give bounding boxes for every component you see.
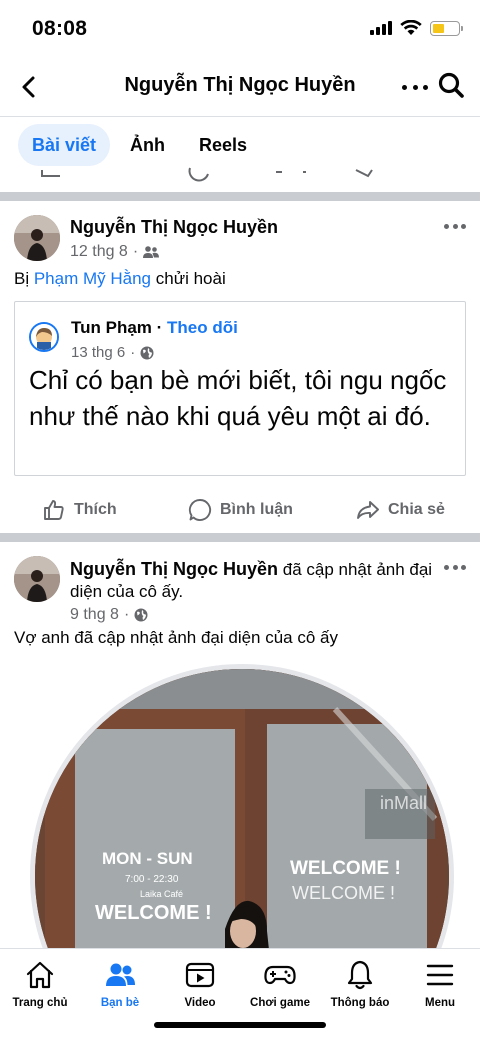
menu-icon <box>426 964 454 986</box>
follow-button[interactable]: Theo dõi <box>167 318 238 337</box>
tab-posts[interactable]: Bài viết <box>18 124 111 166</box>
post-meta: 9 thg 8 · <box>70 606 148 624</box>
comment-icon <box>188 499 212 521</box>
home-indicator <box>154 1022 326 1028</box>
meta-dot: · <box>130 344 136 361</box>
nav-gaming[interactable]: Chơi game <box>240 959 320 1009</box>
post-header: Nguyễn Thị Ngọc Huyền đã cập nhật ảnh đạ… <box>14 556 466 626</box>
post-separator <box>0 533 480 542</box>
nav-label: Chơi game <box>250 997 310 1009</box>
post-title-line: Nguyễn Thị Ngọc Huyền đã cập nhật ảnh đạ… <box>70 558 440 603</box>
shared-time[interactable]: 13 thg 6 <box>71 344 125 361</box>
home-icon <box>26 961 54 989</box>
friends-icon <box>143 246 160 258</box>
photo-welcome-right-2: WELCOME ! <box>292 883 395 903</box>
more-options-button[interactable] <box>402 74 428 100</box>
nav-label: Trang chủ <box>12 997 68 1009</box>
nav-friends[interactable]: Bạn bè <box>80 959 160 1009</box>
nav-label: Bạn bè <box>100 997 140 1009</box>
tab-reels[interactable]: Reels <box>185 124 261 166</box>
nav-home[interactable]: Trang chủ <box>0 959 80 1009</box>
previous-post-actions <box>0 166 480 192</box>
meta-dot: · <box>132 243 139 260</box>
like-label: Thích <box>74 501 117 518</box>
search-icon[interactable] <box>436 70 466 100</box>
post-header: Nguyễn Thị Ngọc Huyền 12 thg 8 · <box>14 215 466 265</box>
post-text: Bị Phạm Mỹ Hằng chửi hoài <box>14 269 226 289</box>
photo-welcome-left: WELCOME ! <box>95 902 212 924</box>
nav-label: Video <box>184 997 216 1009</box>
photo-mon-sun: MON - SUN <box>102 849 193 868</box>
post-text-prefix: Bị <box>14 269 34 288</box>
status-icons <box>370 20 463 36</box>
bell-icon <box>347 960 373 990</box>
nav-video[interactable]: Video <box>160 959 240 1009</box>
header-divider <box>0 116 480 117</box>
post-text-suffix: chửi hoài <box>151 269 226 288</box>
wifi-icon <box>400 20 422 35</box>
friends-icon <box>106 963 135 986</box>
globe-icon <box>134 608 148 622</box>
post-author[interactable]: Nguyễn Thị Ngọc Huyền <box>70 559 278 579</box>
post-actions: Thích Bình luận Chia sẻ <box>0 488 480 532</box>
share-label: Chia sẻ <box>388 501 445 518</box>
avatar[interactable] <box>14 556 60 602</box>
battery-icon <box>430 20 463 36</box>
previous-actions-icons <box>41 167 373 182</box>
nav-label: Thông báo <box>330 997 390 1009</box>
gamepad-icon <box>264 965 296 985</box>
nav-label: Menu <box>424 997 456 1009</box>
like-button[interactable]: Thích <box>42 498 117 522</box>
status-time: 08:08 <box>32 17 88 40</box>
signal-icon <box>370 21 392 35</box>
share-icon <box>357 501 379 519</box>
post-meta: 12 thg 8 · <box>70 243 160 261</box>
like-icon <box>44 500 64 520</box>
photo-welcome-right-1: WELCOME ! <box>290 858 401 879</box>
post-time[interactable]: 9 thg 8 <box>70 606 119 624</box>
avatar[interactable] <box>14 215 60 261</box>
share-button[interactable]: Chia sẻ <box>356 498 445 522</box>
video-icon <box>185 962 215 988</box>
shared-meta: 13 thg 6 · <box>71 344 154 361</box>
shared-post-card[interactable]: Tun Phạm · Theo dõi 13 thg 6 · Chỉ có bạ… <box>14 301 466 476</box>
globe-icon <box>140 346 154 359</box>
post-text: Vợ anh đã cập nhật ảnh đại diện của cô ấ… <box>14 628 338 647</box>
meta-dot: · <box>123 606 130 623</box>
photo-cafe: Laika Café <box>140 889 183 899</box>
header: Nguyễn Thị Ngọc Huyền <box>0 58 480 114</box>
shared-avatar[interactable] <box>29 322 59 352</box>
profile-tabs: Bài viết Ảnh Reels <box>18 124 261 166</box>
nav-menu[interactable]: Menu <box>400 959 480 1009</box>
shared-separator: · <box>151 318 168 337</box>
shared-quote: Chỉ có bạn bè mới biết, tôi ngu ngốc như… <box>29 365 447 431</box>
post-separator <box>0 192 480 201</box>
mention-link[interactable]: Phạm Mỹ Hằng <box>34 269 151 288</box>
comment-label: Bình luận <box>220 501 293 518</box>
shared-author-line: Tun Phạm · Theo dõi <box>71 318 238 338</box>
tab-photos[interactable]: Ảnh <box>116 124 179 166</box>
photo-hours: 7:00 - 22:30 <box>125 874 179 885</box>
shared-author[interactable]: Tun Phạm <box>71 318 152 337</box>
photo-sign-text: inMall <box>380 793 427 813</box>
post-author[interactable]: Nguyễn Thị Ngọc Huyền <box>70 217 278 238</box>
post-time[interactable]: 12 thg 8 <box>70 243 128 261</box>
comment-button[interactable]: Bình luận <box>188 498 293 522</box>
nav-notifications[interactable]: Thông báo <box>320 959 400 1009</box>
post-more-button[interactable] <box>444 221 466 231</box>
status-bar: 08:08 <box>0 0 480 56</box>
post-more-button[interactable] <box>444 562 466 572</box>
